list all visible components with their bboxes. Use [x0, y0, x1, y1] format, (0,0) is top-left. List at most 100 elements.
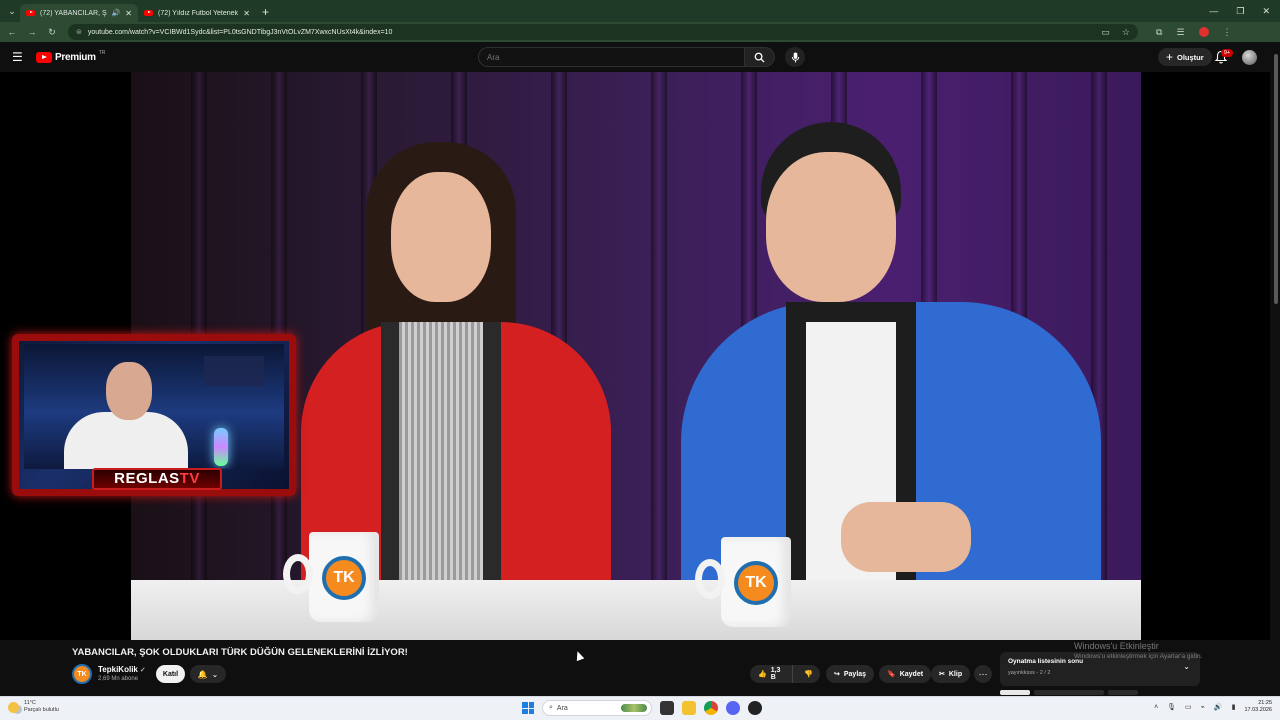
- cast-icon[interactable]: ▭: [1101, 27, 1110, 38]
- search-button[interactable]: [745, 47, 775, 67]
- tab-title: (72) YABANCILAR, ŞOK OLD: [40, 9, 107, 17]
- new-tab-button[interactable]: +: [262, 5, 269, 19]
- youtube-header: ☰ Premium TR + Oluştur: [0, 42, 1280, 72]
- subscription-bell-button[interactable]: 🔔 ⌄: [190, 665, 226, 683]
- address-bar[interactable]: ⊜ youtube.com/watch?v=VCIBWd1Sydc&list=P…: [68, 24, 1138, 40]
- brand-tv: TV: [179, 470, 200, 487]
- forward-icon[interactable]: →: [24, 27, 40, 37]
- weather-icon: [8, 701, 19, 713]
- chevron-down-icon[interactable]: ⌄: [1183, 662, 1190, 671]
- like-dislike-group: 👍 1,3 B 👎: [750, 665, 820, 683]
- channel-avatar[interactable]: TK: [72, 664, 92, 684]
- channel-name-text: TepkiKolik: [98, 665, 138, 674]
- windows-activation-watermark: Windows'u Etkinleştir Windows'u etkinleş…: [1074, 641, 1202, 660]
- youtube-favicon-icon: [144, 10, 153, 16]
- search-input[interactable]: [478, 47, 746, 67]
- battery-icon[interactable]: ▮: [1232, 703, 1236, 711]
- subscriber-count: 2,69 Mn abone: [98, 676, 139, 682]
- chevron-down-icon: ⌄: [211, 669, 219, 679]
- playlist-subtitle: yayınkksss - 2 / 2: [1008, 670, 1051, 676]
- mug-left: TK: [283, 532, 379, 622]
- windows-start-icon[interactable]: [522, 702, 534, 714]
- clip-label: Klip: [948, 670, 963, 678]
- taskbar-search-placeholder: Ara: [556, 704, 568, 712]
- temperature: 11°C: [24, 700, 36, 706]
- thumbs-down-icon: 👎: [804, 671, 813, 678]
- create-label: Oluştur: [1177, 52, 1204, 62]
- discord-icon[interactable]: [726, 701, 740, 715]
- scissors-icon: ✂: [939, 671, 945, 678]
- tab-close-icon[interactable]: ✕: [243, 9, 250, 18]
- youtube-favicon-icon: [26, 10, 35, 16]
- mug-right: TK: [695, 537, 791, 627]
- tab-search-icon[interactable]: ⌄: [4, 3, 20, 19]
- tab-close-icon[interactable]: ✕: [125, 9, 132, 18]
- microphone-tray-icon[interactable]: 🎙: [1167, 703, 1176, 711]
- network-icon[interactable]: ⌁: [1201, 703, 1205, 711]
- speaker-icon[interactable]: 🔊: [112, 9, 121, 17]
- reload-icon[interactable]: ↻: [44, 27, 60, 38]
- bell-icon: 🔔: [197, 669, 208, 679]
- mouse-cursor: [573, 649, 585, 662]
- video-player[interactable]: TK TK REGLASTV: [0, 72, 1270, 640]
- tab-search-menu-icon[interactable]: ☰: [1176, 27, 1184, 38]
- menu-icon[interactable]: ☰: [12, 50, 24, 64]
- obs-icon[interactable]: [748, 701, 762, 715]
- maximize-icon[interactable]: ❐: [1236, 6, 1244, 17]
- system-clock[interactable]: 21:25 17.03.2026: [1244, 700, 1272, 714]
- taskbar-search[interactable]: ⌕ Ara: [542, 700, 652, 716]
- weather-description: Parçalı bulutlu: [24, 707, 59, 713]
- extensions-icon[interactable]: ⧉: [1156, 27, 1162, 38]
- search-box: [478, 47, 775, 67]
- minimize-icon[interactable]: —: [1209, 6, 1218, 17]
- file-explorer-icon[interactable]: [682, 701, 696, 715]
- channel-name[interactable]: TepkiKolik ✓: [98, 665, 146, 674]
- tab-inactive[interactable]: (72) Yıldız Futbol Yeteneklerini ✕: [138, 4, 256, 22]
- youtube-logo[interactable]: Premium TR: [36, 50, 106, 63]
- profile-icon[interactable]: [1198, 27, 1209, 37]
- monitor-icon[interactable]: ▭: [1185, 703, 1192, 711]
- browser-menu-icon[interactable]: ⋮: [1223, 27, 1232, 38]
- overlay-brand: REGLASTV: [92, 468, 222, 490]
- task-view-icon[interactable]: [660, 701, 674, 715]
- dislike-button[interactable]: 👎: [797, 665, 820, 683]
- share-button[interactable]: ↪ Paylaş: [826, 665, 875, 683]
- tray-chevron-icon[interactable]: ˄: [1154, 704, 1158, 711]
- back-icon[interactable]: ←: [4, 27, 20, 37]
- save-button[interactable]: 🔖 Kaydet: [879, 665, 932, 683]
- weather-widget[interactable]: 11°C Parçalı bulutlu: [8, 700, 59, 714]
- window-controls: — ❐ ✕: [1209, 6, 1280, 17]
- notification-badge: 9+: [1221, 49, 1233, 57]
- thumbs-up-icon: 👍: [758, 671, 767, 678]
- bookmark-star-icon[interactable]: ☆: [1122, 27, 1130, 38]
- more-actions-button[interactable]: ⋯: [974, 665, 992, 683]
- more-icon: ⋯: [978, 668, 988, 679]
- voice-search-button[interactable]: [785, 47, 805, 67]
- chrome-icon[interactable]: [704, 701, 718, 715]
- join-button[interactable]: Katıl: [156, 665, 185, 683]
- page-scrollbar[interactable]: [1272, 42, 1280, 696]
- clip-button[interactable]: ✂ Klip: [931, 665, 971, 683]
- mug-logo: TK: [734, 561, 778, 605]
- tab-title: (72) Yıldız Futbol Yeteneklerini: [158, 9, 239, 17]
- share-label: Paylaş: [843, 670, 867, 678]
- activation-subtitle: Windows'u etkinleştirmek için Ayarlar'a …: [1074, 653, 1203, 660]
- plus-icon: +: [1166, 49, 1174, 64]
- tab-active[interactable]: (72) YABANCILAR, ŞOK OLD 🔊 ✕: [20, 4, 138, 22]
- site-info-icon[interactable]: ⊜: [76, 28, 82, 36]
- activation-title: Windows'u Etkinleştir: [1074, 641, 1159, 651]
- save-label: Kaydet: [899, 670, 924, 678]
- browser-tab-bar: ⌄ (72) YABANCILAR, ŞOK OLD 🔊 ✕ (72) Yıld…: [0, 0, 1280, 22]
- chips-row: [1000, 690, 1160, 695]
- host-man: [651, 122, 1101, 602]
- create-button[interactable]: + Oluştur: [1158, 48, 1212, 66]
- streamer-webcam-overlay: REGLASTV: [12, 334, 296, 496]
- youtube-play-icon: [36, 51, 52, 63]
- bookmark-icon: 🔖: [887, 671, 896, 678]
- volume-icon[interactable]: 🔊: [1214, 703, 1223, 711]
- logo-country: TR: [98, 50, 106, 56]
- clock-date: 17.03.2026: [1244, 707, 1272, 713]
- close-window-icon[interactable]: ✕: [1262, 6, 1270, 17]
- user-avatar[interactable]: [1242, 50, 1257, 65]
- like-button[interactable]: 👍 1,3 B: [750, 665, 794, 683]
